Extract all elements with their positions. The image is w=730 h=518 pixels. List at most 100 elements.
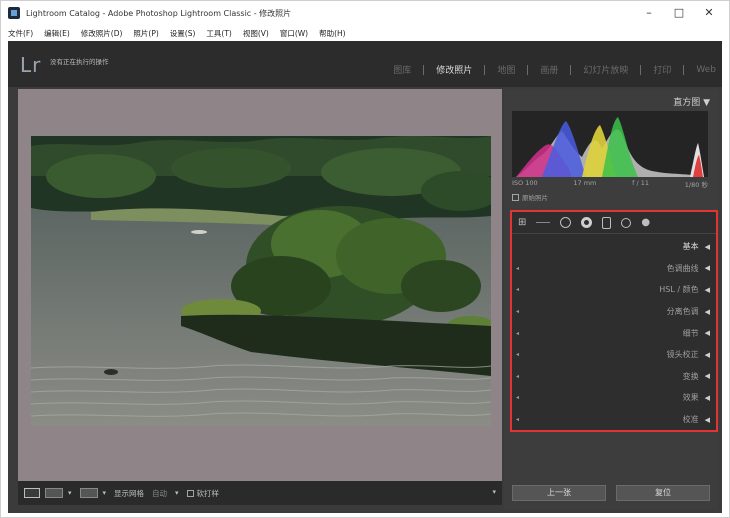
module-divider <box>640 64 642 75</box>
aperture-value: f / 11 <box>632 179 650 187</box>
original-photo-toggle[interactable]: 原始照片 <box>512 192 548 202</box>
soft-proof-label[interactable]: 软打样 <box>197 488 220 499</box>
panel-lens-corrections-label: 镜头校正 <box>666 350 699 360</box>
grid-overlay-label[interactable]: 显示网格 <box>114 488 144 499</box>
view-options-caret-icon[interactable]: ▾ <box>68 489 72 497</box>
iso-value: ISO 100 <box>512 179 538 187</box>
panel-hsl-label: HSL / 颜色 <box>659 285 699 295</box>
collapse-triangle-icon: ◀ <box>704 285 710 294</box>
lr-logo: Lr <box>20 53 42 77</box>
module-divider <box>423 64 425 75</box>
module-library[interactable]: 图库 <box>393 63 411 76</box>
title-bar: Lightroom Catalog - Adobe Photoshop Ligh… <box>0 0 730 26</box>
soft-proof-checkbox[interactable] <box>186 489 194 497</box>
panel-split-toning[interactable]: ◂ 分离色调 ◀ <box>512 301 716 323</box>
panel-effects-label: 效果 <box>682 393 699 403</box>
collapse-triangle-icon: ◀ <box>704 329 710 338</box>
auto-caret-icon[interactable]: ▾ <box>175 489 179 497</box>
histogram-title[interactable]: 直方图 ▼ <box>673 95 710 108</box>
module-divider <box>527 64 529 75</box>
auto-label[interactable]: 自动 <box>152 488 167 499</box>
menu-photo[interactable]: 照片(P) <box>133 28 158 39</box>
minimize-button[interactable]: – <box>634 4 664 22</box>
develop-panels-highlight: ⊞ ● 基本 ◀ ◂ 色调曲线 ◀ ◂ HSL / 颜色 ◀ ◂ 分离色调 ◀ … <box>510 210 718 432</box>
menu-settings[interactable]: 设置(S) <box>170 28 196 39</box>
radial-filter-tool-icon[interactable] <box>621 217 632 228</box>
tool-strip: ⊞ ● <box>512 212 716 234</box>
panel-switch-icon[interactable]: ◂ <box>516 416 519 423</box>
maximize-button[interactable]: □ <box>664 4 694 22</box>
panel-switch-icon[interactable]: ◂ <box>516 351 519 358</box>
window-title: Lightroom Catalog - Adobe Photoshop Ligh… <box>26 8 292 18</box>
panel-switch-icon[interactable]: ◂ <box>516 394 519 401</box>
original-photo-label: 原始照片 <box>522 194 548 202</box>
identity-plate: Lr 没有正在执行的操作 图库 修改照片 地图 画册 幻灯片放映 打印 Web <box>8 41 722 87</box>
panel-effects[interactable]: ◂ 效果 ◀ <box>512 387 716 409</box>
camera-info: ISO 100 17 mm f / 11 1/80 秒 <box>512 179 708 189</box>
collapse-triangle-icon: ◀ <box>704 242 710 251</box>
compare-view-icon[interactable] <box>79 488 98 498</box>
menu-bar: 文件(F) 编辑(E) 修改照片(D) 照片(P) 设置(S) 工具(T) 视图… <box>0 26 730 40</box>
crop-tool-icon[interactable]: ⊞ <box>518 217 526 228</box>
module-web[interactable]: Web <box>696 65 716 75</box>
menu-help[interactable]: 帮助(H) <box>319 28 346 39</box>
panel-switch-icon[interactable]: ◂ <box>516 286 519 293</box>
collapse-triangle-icon: ◀ <box>704 415 710 424</box>
panel-transform-label: 变换 <box>682 371 699 381</box>
lightroom-app: Lr 没有正在执行的操作 图库 修改照片 地图 画册 幻灯片放映 打印 Web <box>8 41 722 513</box>
panel-tone-curve[interactable]: ◂ 色调曲线 ◀ <box>512 258 716 280</box>
panel-transform[interactable]: ◂ 变换 ◀ <box>512 366 716 388</box>
panel-switch-icon[interactable]: ◂ <box>516 308 519 315</box>
module-book[interactable]: 画册 <box>540 63 558 76</box>
panel-lens-corrections[interactable]: ◂ 镜头校正 ◀ <box>512 344 716 366</box>
activity-status: 没有正在执行的操作 <box>50 58 109 66</box>
panel-calibration[interactable]: ◂ 校准 ◀ <box>512 409 716 431</box>
panel-switch-icon[interactable]: ◂ <box>516 265 519 272</box>
compare-options-caret-icon[interactable]: ▾ <box>103 489 107 497</box>
module-divider <box>484 64 486 75</box>
panel-tone-curve-label: 色调曲线 <box>666 263 699 273</box>
panel-switch-icon[interactable]: ◂ <box>516 330 519 337</box>
before-after-view-icon[interactable] <box>45 488 63 498</box>
reset-button[interactable]: 复位 <box>616 485 710 501</box>
menu-develop[interactable]: 修改照片(D) <box>81 28 123 39</box>
panel-detail-label: 细节 <box>682 328 699 338</box>
menu-view[interactable]: 视图(V) <box>243 28 269 39</box>
collapse-triangle-icon: ◀ <box>704 350 710 359</box>
module-develop[interactable]: 修改照片 <box>436 63 472 76</box>
graduated-filter-tool-icon[interactable] <box>602 216 612 229</box>
collapse-triangle-icon: ◀ <box>704 393 710 402</box>
shutter-value: 1/80 秒 <box>684 181 708 189</box>
loupe-view-icon[interactable] <box>24 488 40 498</box>
module-print[interactable]: 打印 <box>653 63 671 76</box>
original-photo-checkbox[interactable] <box>512 193 519 201</box>
panel-switch-icon[interactable]: ◂ <box>516 373 519 380</box>
collapse-triangle-icon: ◀ <box>704 372 710 381</box>
toolbar-menu-chevron-icon[interactable]: ▾ <box>492 488 496 496</box>
adjustment-brush-tool-icon[interactable]: ● <box>641 217 650 228</box>
module-map[interactable]: 地图 <box>497 63 515 76</box>
panel-buttons: 上一张 复位 <box>504 485 718 503</box>
menu-tools[interactable]: 工具(T) <box>206 28 231 39</box>
panel-basic-label: 基本 <box>682 242 699 252</box>
window-controls: – □ ✕ <box>634 4 724 22</box>
red-eye-tool-icon[interactable] <box>581 217 593 228</box>
histogram-graph[interactable] <box>512 111 708 177</box>
close-button[interactable]: ✕ <box>694 4 724 22</box>
menu-edit[interactable]: 编辑(E) <box>44 28 70 39</box>
panel-basic[interactable]: 基本 ◀ <box>512 236 716 258</box>
module-divider <box>683 64 685 75</box>
lightroom-app-icon <box>8 7 20 19</box>
panel-hsl[interactable]: ◂ HSL / 颜色 ◀ <box>512 279 716 301</box>
spot-removal-tool-icon[interactable] <box>560 217 572 228</box>
photo-preview[interactable] <box>31 136 491 426</box>
previous-button[interactable]: 上一张 <box>512 485 606 501</box>
histogram-chart <box>516 117 704 177</box>
panel-calibration-label: 校准 <box>682 415 699 425</box>
menu-window[interactable]: 窗口(W) <box>280 28 308 39</box>
menu-file[interactable]: 文件(F) <box>8 28 33 39</box>
panel-detail[interactable]: ◂ 细节 ◀ <box>512 322 716 344</box>
module-slideshow[interactable]: 幻灯片放映 <box>583 63 628 76</box>
focal-length-value: 17 mm <box>573 179 597 187</box>
image-canvas[interactable] <box>18 89 502 481</box>
